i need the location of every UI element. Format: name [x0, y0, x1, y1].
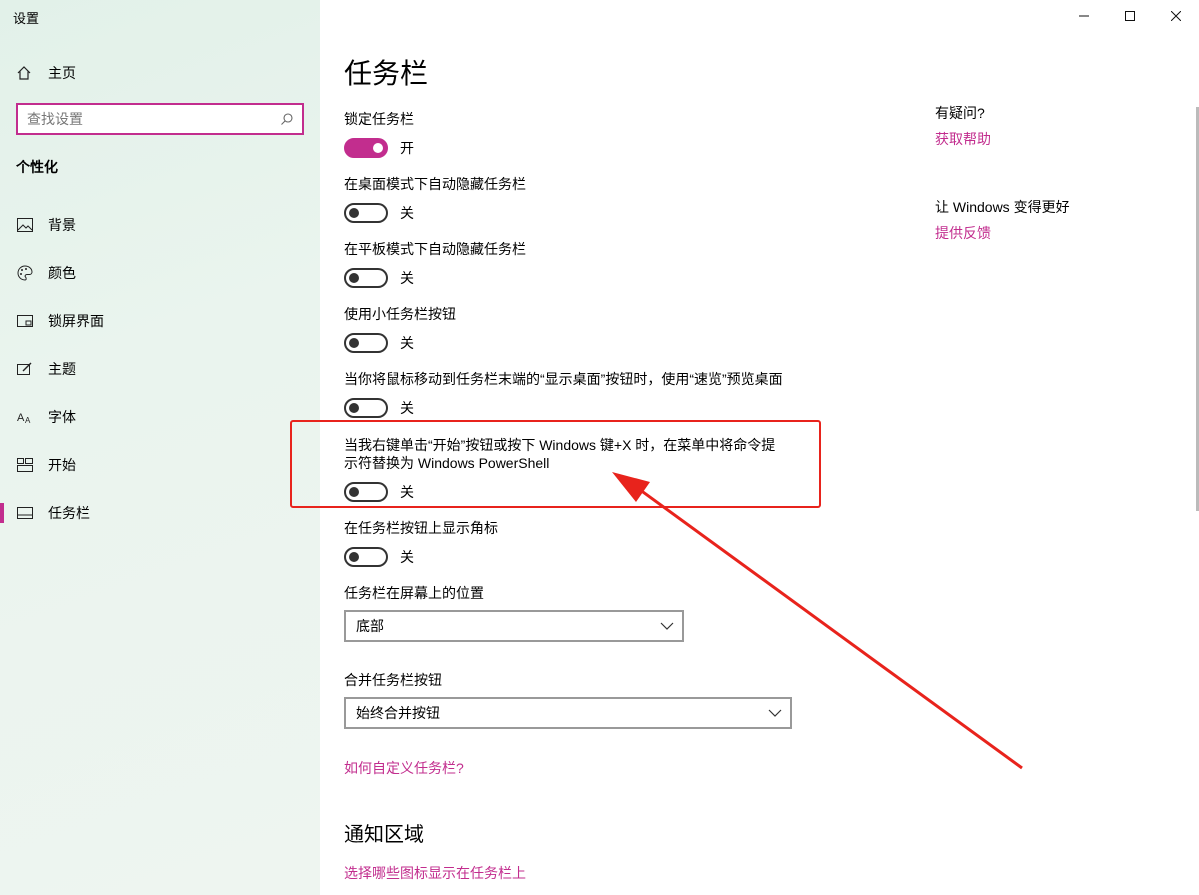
dropdown-value: 底部 [356, 618, 384, 634]
setting-label: 在任务栏按钮上显示角标 [344, 520, 498, 536]
position-dropdown[interactable]: 底部 [344, 610, 684, 642]
setting-label: 当我右键单击“开始”按钮或按下 Windows 键+X 时，在菜单中将命令提示符… [344, 437, 776, 471]
theme-icon [16, 360, 34, 378]
setting-label: 在桌面模式下自动隐藏任务栏 [344, 176, 526, 192]
page-title: 任务栏 [344, 58, 429, 89]
sidebar-item-colors[interactable]: 颜色 [0, 249, 320, 297]
setting-label: 当你将鼠标移动到任务栏末端的“显示桌面”按钮时，使用“速览”预览桌面 [344, 371, 783, 387]
toggle-state: 关 [400, 400, 414, 416]
setting-autohide-desktop: 在桌面模式下自动隐藏任务栏 关 [344, 175, 794, 223]
home-nav-item[interactable]: 主页 [16, 62, 76, 84]
powershell-toggle[interactable] [344, 482, 388, 502]
setting-autohide-tablet: 在平板模式下自动隐藏任务栏 关 [344, 240, 794, 288]
notification-icons-link[interactable]: 选择哪些图标显示在任务栏上 [344, 863, 526, 883]
feedback-title: 让 Windows 变得更好 [935, 199, 1070, 215]
toggle-state: 关 [400, 335, 414, 351]
get-help-link[interactable]: 获取帮助 [935, 129, 991, 149]
autohide-desktop-toggle[interactable] [344, 203, 388, 223]
setting-badges: 在任务栏按钮上显示角标 关 [344, 519, 794, 567]
notification-area-title: 通知区域 [344, 824, 424, 846]
sidebar-item-label: 背景 [48, 217, 76, 233]
minimize-button[interactable] [1061, 0, 1107, 32]
home-icon [17, 66, 31, 80]
setting-powershell: 当我右键单击“开始”按钮或按下 Windows 键+X 时，在菜单中将命令提示符… [344, 436, 784, 502]
lockscreen-icon [16, 312, 34, 330]
sidebar-item-background[interactable]: 背景 [0, 201, 320, 249]
sidebar-item-lockscreen[interactable]: 锁屏界面 [0, 297, 320, 345]
lock-taskbar-toggle[interactable] [344, 138, 388, 158]
setting-lock-taskbar: 锁定任务栏 开 [344, 110, 794, 158]
palette-icon [16, 264, 34, 282]
combine-dropdown[interactable]: 始终合并按钮 [344, 697, 792, 729]
badges-toggle[interactable] [344, 547, 388, 567]
setting-peek: 当你将鼠标移动到任务栏末端的“显示桌面”按钮时，使用“速览”预览桌面 关 [344, 370, 804, 418]
sidebar: 设置 主页 个性化 背景 颜色 锁屏界面 主题 AA 字体 [0, 0, 320, 895]
setting-label: 锁定任务栏 [344, 111, 414, 127]
toggle-state: 关 [400, 549, 414, 565]
dropdown-value: 始终合并按钮 [356, 705, 440, 721]
sidebar-item-label: 字体 [48, 409, 76, 425]
sidebar-item-label: 主题 [48, 361, 76, 377]
setting-position: 任务栏在屏幕上的位置 底部 [344, 584, 684, 642]
sidebar-item-taskbar[interactable]: 任务栏 [0, 489, 320, 537]
chevron-down-icon [768, 709, 782, 717]
toggle-state: 关 [400, 270, 414, 286]
app-title: 设置 [13, 11, 40, 26]
setting-label: 合并任务栏按钮 [344, 672, 442, 688]
font-icon: AA [16, 408, 34, 426]
search-icon[interactable] [276, 112, 298, 126]
setting-combine: 合并任务栏按钮 始终合并按钮 [344, 671, 792, 729]
search-box[interactable] [16, 103, 304, 135]
sidebar-item-themes[interactable]: 主题 [0, 345, 320, 393]
toggle-state: 关 [400, 484, 414, 500]
search-input[interactable] [27, 111, 276, 127]
setting-small-buttons: 使用小任务栏按钮 关 [344, 305, 794, 353]
close-button[interactable] [1153, 0, 1199, 32]
setting-label: 使用小任务栏按钮 [344, 306, 456, 322]
section-label: 个性化 [16, 159, 58, 175]
toggle-state: 开 [400, 140, 414, 156]
svg-text:A: A [25, 416, 31, 425]
setting-label: 任务栏在屏幕上的位置 [344, 585, 484, 601]
help-title: 有疑问? [935, 105, 985, 121]
peek-toggle[interactable] [344, 398, 388, 418]
main-content: 任务栏 锁定任务栏 开 在桌面模式下自动隐藏任务栏 关 在平板模式下自动隐藏任务… [290, 0, 1199, 895]
sidebar-item-fonts[interactable]: AA 字体 [0, 393, 320, 441]
sidebar-item-label: 锁屏界面 [48, 313, 104, 329]
sidebar-item-start[interactable]: 开始 [0, 441, 320, 489]
svg-text:A: A [17, 412, 25, 424]
give-feedback-link[interactable]: 提供反馈 [935, 223, 991, 243]
nav-list: 背景 颜色 锁屏界面 主题 AA 字体 开始 任务栏 [0, 201, 320, 537]
setting-label: 在平板模式下自动隐藏任务栏 [344, 241, 526, 257]
sidebar-item-label: 颜色 [48, 265, 76, 281]
taskbar-icon [16, 504, 34, 522]
chevron-down-icon [660, 622, 674, 630]
window-controls [1061, 0, 1199, 32]
home-label: 主页 [48, 65, 76, 81]
autohide-tablet-toggle[interactable] [344, 268, 388, 288]
start-icon [16, 456, 34, 474]
maximize-button[interactable] [1107, 0, 1153, 32]
toggle-state: 关 [400, 205, 414, 221]
customize-taskbar-link[interactable]: 如何自定义任务栏? [344, 758, 464, 778]
small-buttons-toggle[interactable] [344, 333, 388, 353]
sidebar-item-label: 任务栏 [48, 505, 90, 521]
sidebar-item-label: 开始 [48, 457, 76, 473]
picture-icon [16, 216, 34, 234]
